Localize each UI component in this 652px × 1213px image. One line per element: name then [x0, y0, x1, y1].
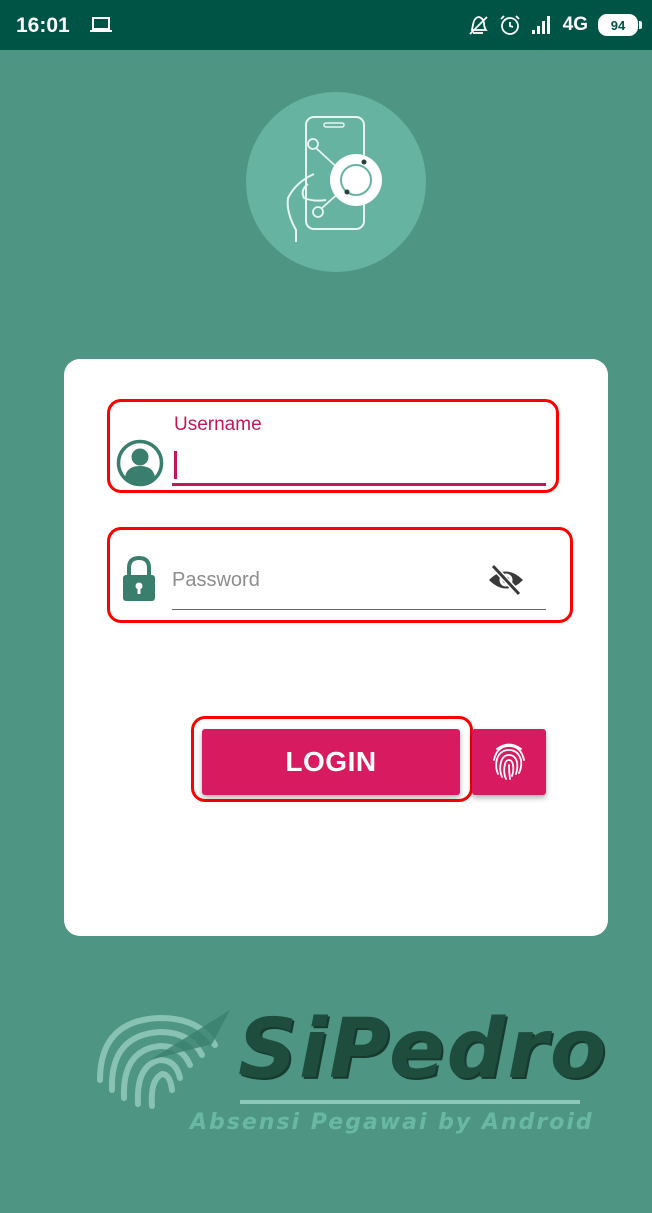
brand-logo: SiPedro Absensi Pegawai by Android: [90, 1000, 610, 1135]
login-button[interactable]: LOGIN: [202, 729, 460, 795]
account-circle-icon: [116, 439, 164, 487]
login-card: Username LOGIN: [64, 359, 608, 936]
battery-level: 94: [610, 17, 626, 33]
brand-divider: [240, 1100, 580, 1104]
password-underline: [172, 609, 546, 610]
username-label: Username: [174, 414, 262, 435]
battery-icon: 94: [598, 14, 642, 36]
status-bar: 16:01 4G 94: [0, 0, 652, 50]
username-field[interactable]: [172, 483, 546, 486]
eye-off-icon[interactable]: [486, 563, 526, 597]
status-icons: 4G 94: [467, 10, 642, 40]
brand-tagline: Absensi Pegawai by Android: [190, 1110, 594, 1135]
bell-off-icon: [469, 16, 488, 35]
network-type: 4G: [562, 14, 588, 35]
laptop-icon: [90, 16, 112, 39]
fingerprint-icon: [493, 743, 525, 780]
alarm-icon: [500, 15, 520, 35]
brand-name: SiPedro: [238, 1002, 609, 1097]
signal-icon: [531, 16, 550, 34]
app-logo: [246, 92, 426, 272]
fingerprint-logo-icon: [97, 1010, 230, 1109]
fingerprint-button[interactable]: [472, 729, 546, 795]
text-cursor: [174, 451, 177, 479]
lock-icon: [121, 555, 157, 603]
status-time: 16:01: [16, 14, 70, 37]
password-input[interactable]: [172, 565, 482, 595]
phone-hand-icon: [286, 116, 382, 242]
